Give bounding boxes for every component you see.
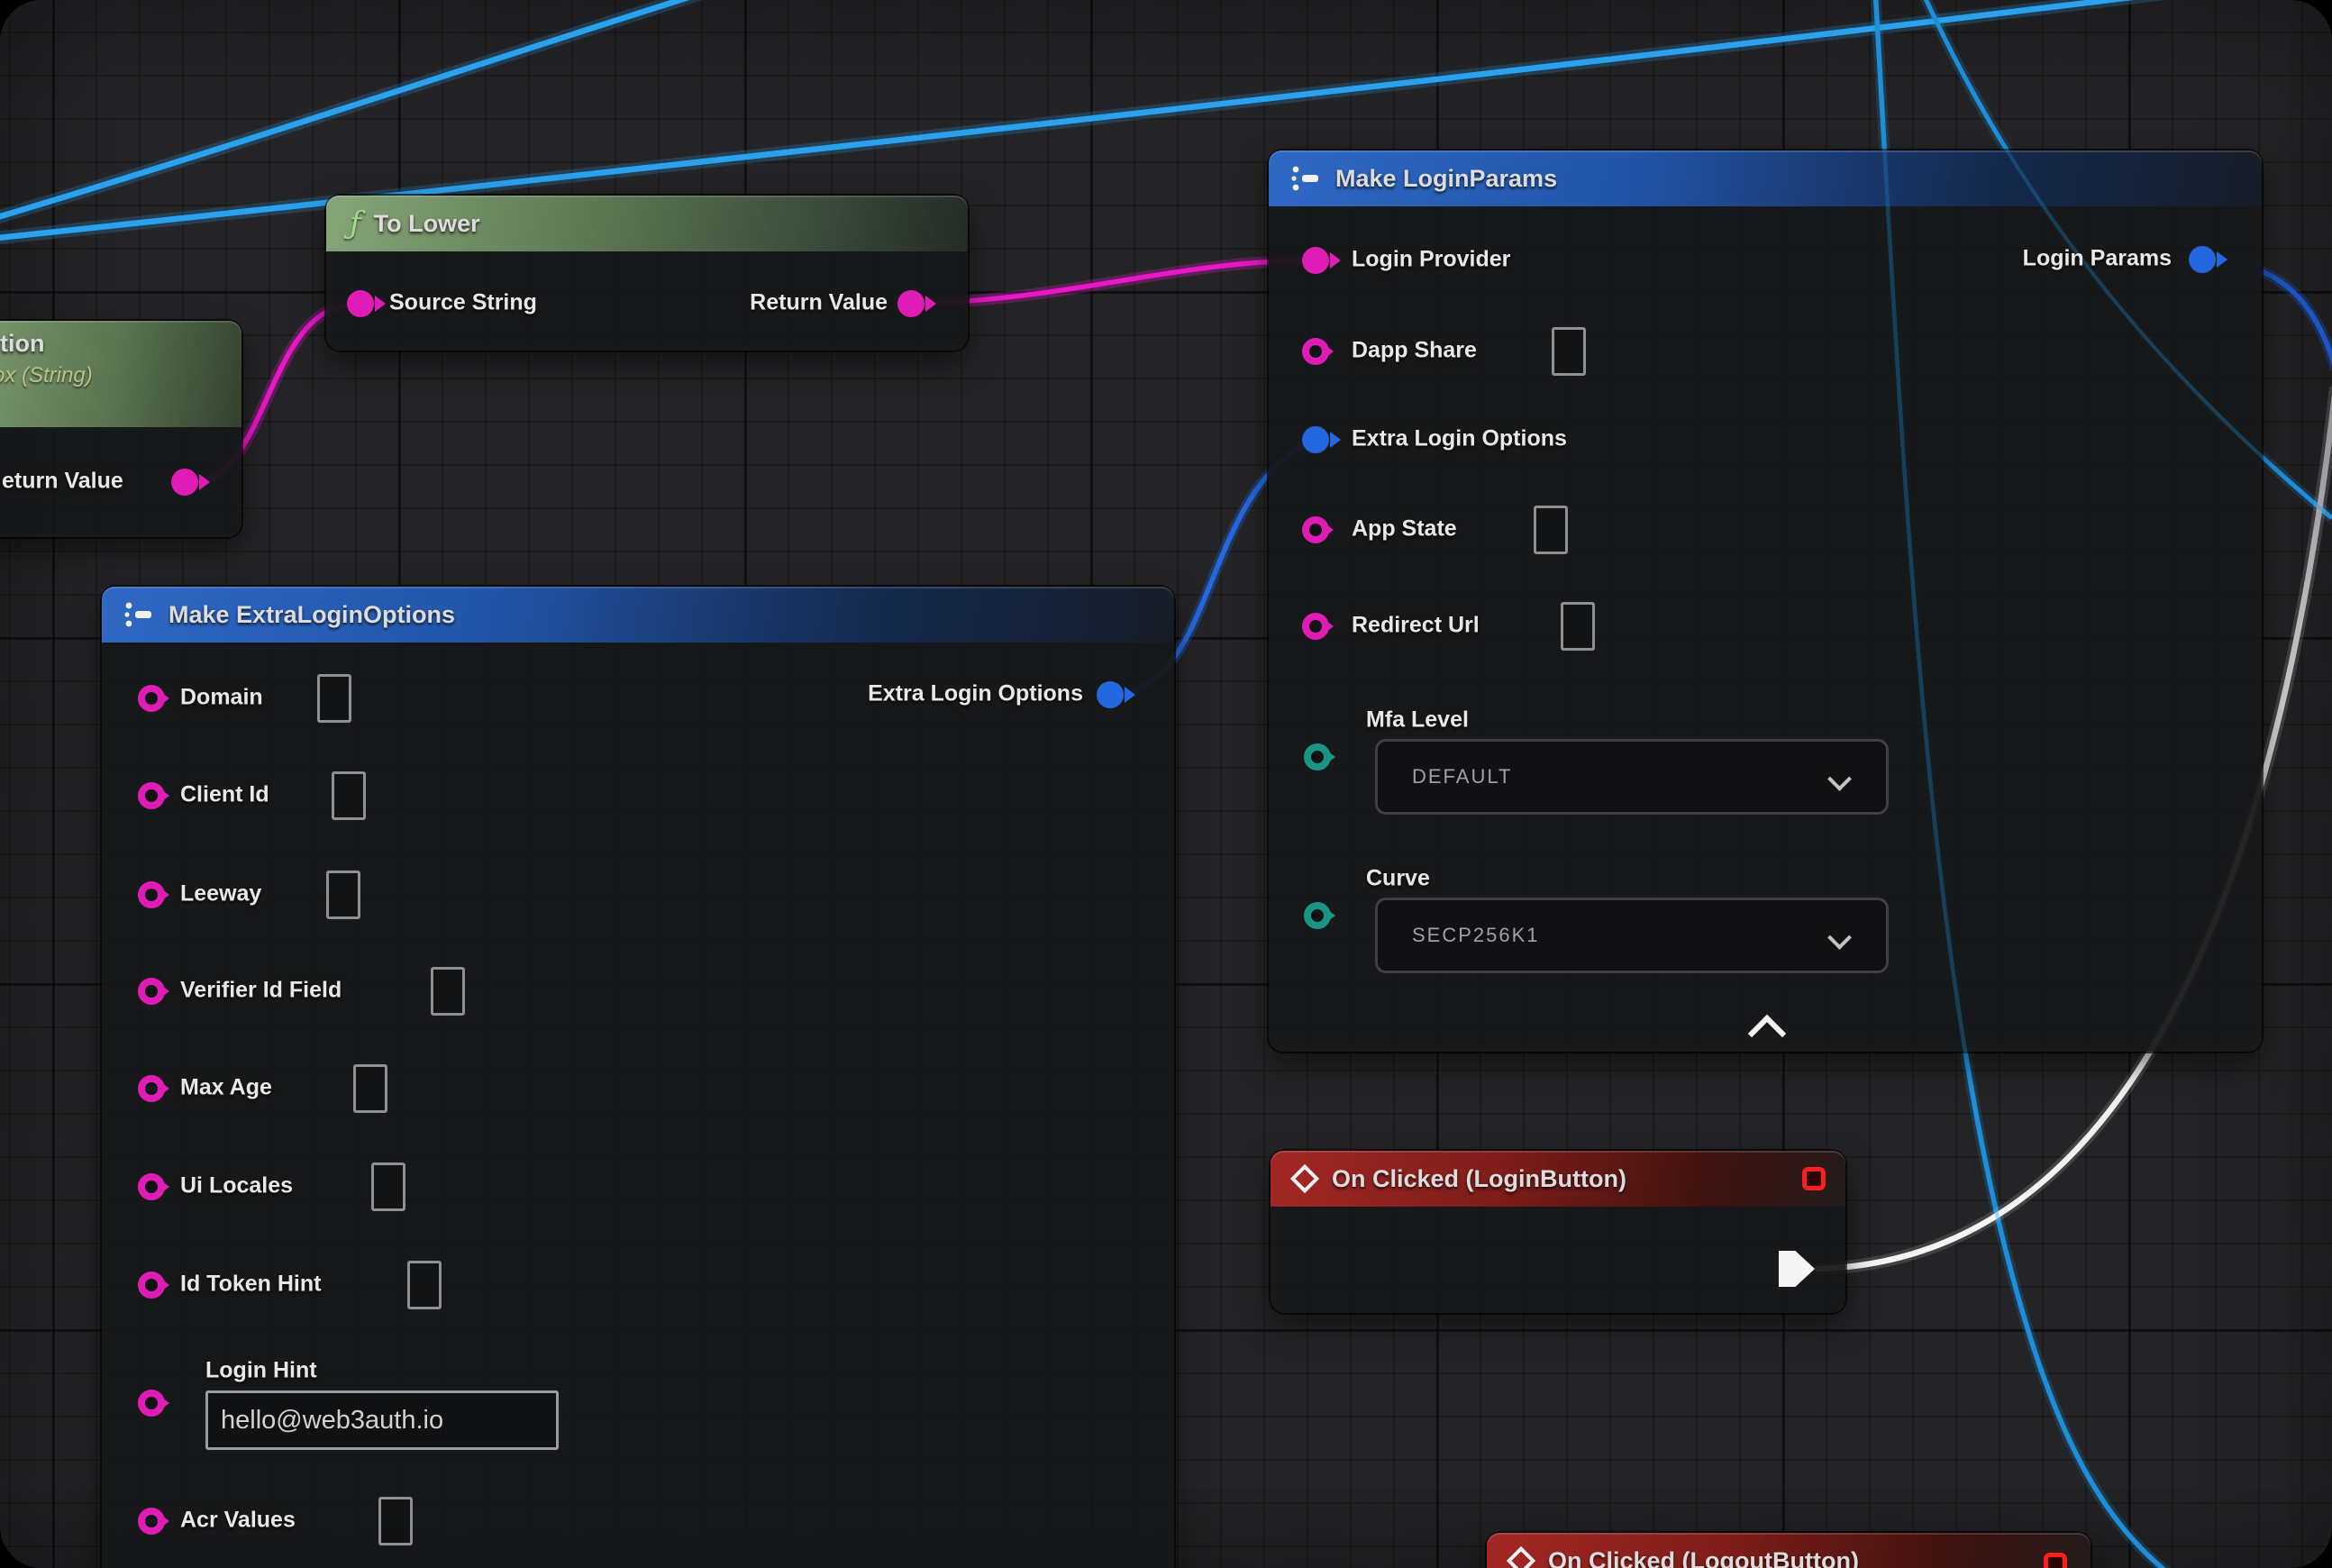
mfa-level-value: DEFAULT	[1412, 765, 1512, 789]
exec-output-pin[interactable]	[1779, 1251, 1815, 1287]
pin-login-params-out[interactable]	[2189, 246, 2216, 273]
default-value-box[interactable]	[378, 1497, 413, 1545]
pin-extra-input[interactable]	[138, 685, 165, 712]
pins-layer: eturn Value Source String Return Value Doma…	[0, 0, 2332, 1568]
chevron-down-icon	[1827, 925, 1852, 950]
pin-source-string-in[interactable]	[347, 290, 374, 317]
default-value-box[interactable]	[371, 1162, 405, 1211]
pin-loginparams-input[interactable]	[1302, 613, 1329, 640]
pin-loginparams-input[interactable]	[1302, 426, 1329, 453]
default-value-box[interactable]	[1561, 602, 1595, 651]
pin-extra-login-options-out[interactable]	[1097, 681, 1124, 708]
pin-label: Max Age	[180, 1074, 272, 1100]
pin-loginparams-input[interactable]	[1302, 338, 1329, 365]
pin-label-mfa-level: Mfa Level	[1366, 707, 1469, 733]
pin-extra-input[interactable]	[138, 1075, 165, 1102]
pin-label: Leeway	[180, 880, 261, 907]
pin-label-login-params: Login Params	[2023, 245, 2172, 271]
default-value-box[interactable]	[326, 871, 360, 919]
collapse-node-chevron[interactable]	[1748, 1015, 1786, 1053]
default-value-box[interactable]	[1534, 506, 1568, 554]
curve-value: SECP256K1	[1412, 924, 1540, 947]
pin-label-source-string: Source String	[389, 289, 537, 315]
pin-extra-input[interactable]	[138, 978, 165, 1005]
pin-curve[interactable]	[1304, 902, 1331, 929]
default-value-box[interactable]	[353, 1064, 387, 1113]
pin-label: Extra Login Options	[1352, 425, 1567, 451]
blueprint-graph-canvas[interactable]: tion ox (String) ƒ To Lower Make ExtraLo…	[0, 0, 2332, 1568]
pin-loginparams-input[interactable]	[1302, 516, 1329, 543]
pin-extra-input[interactable]	[138, 1390, 165, 1417]
mfa-level-dropdown[interactable]: DEFAULT	[1375, 739, 1889, 815]
pin-label: Ui Locales	[180, 1172, 293, 1199]
pin-label: Acr Values	[180, 1507, 296, 1533]
pin-label: Dapp Share	[1352, 337, 1477, 363]
curve-dropdown[interactable]: SECP256K1	[1375, 898, 1889, 973]
pin-label: Id Token Hint	[180, 1271, 321, 1297]
login-hint-field[interactable]: hello@web3auth.io	[205, 1390, 559, 1450]
pin-label-curve: Curve	[1366, 865, 1430, 891]
pin-label: Domain	[180, 684, 263, 710]
pin-mfa-level[interactable]	[1304, 743, 1331, 770]
screenshot-frame: tion ox (String) ƒ To Lower Make ExtraLo…	[0, 0, 2332, 1568]
pin-extra-input[interactable]	[138, 1508, 165, 1535]
default-value-box[interactable]	[332, 771, 366, 820]
pin-label: Verifier Id Field	[180, 977, 342, 1003]
pin-label: App State	[1352, 515, 1457, 542]
pin-label: Client Id	[180, 781, 269, 807]
pin-label: Login Provider	[1352, 246, 1510, 272]
default-value-box[interactable]	[407, 1261, 442, 1309]
default-value-box[interactable]	[431, 967, 465, 1016]
default-value-box[interactable]	[317, 674, 351, 723]
pin-return-value-out[interactable]	[897, 290, 925, 317]
pin-extra-input[interactable]	[138, 881, 165, 908]
chevron-down-icon	[1827, 767, 1852, 791]
pin-label-login-hint: Login Hint	[205, 1357, 317, 1383]
pin-extra-input[interactable]	[138, 1272, 165, 1299]
pin-label: Redirect Url	[1352, 612, 1480, 638]
pin-label-return-value: eturn Value	[2, 468, 123, 494]
pin-extra-input[interactable]	[138, 782, 165, 809]
pin-loginparams-input[interactable]	[1302, 247, 1329, 274]
pin-extra-input[interactable]	[138, 1173, 165, 1200]
pin-label-return-value: Return Value	[750, 289, 888, 315]
default-value-box[interactable]	[1552, 327, 1586, 376]
pin-label-extra-login-options: Extra Login Options	[868, 680, 1083, 707]
pin-return-value-out[interactable]	[171, 469, 198, 496]
